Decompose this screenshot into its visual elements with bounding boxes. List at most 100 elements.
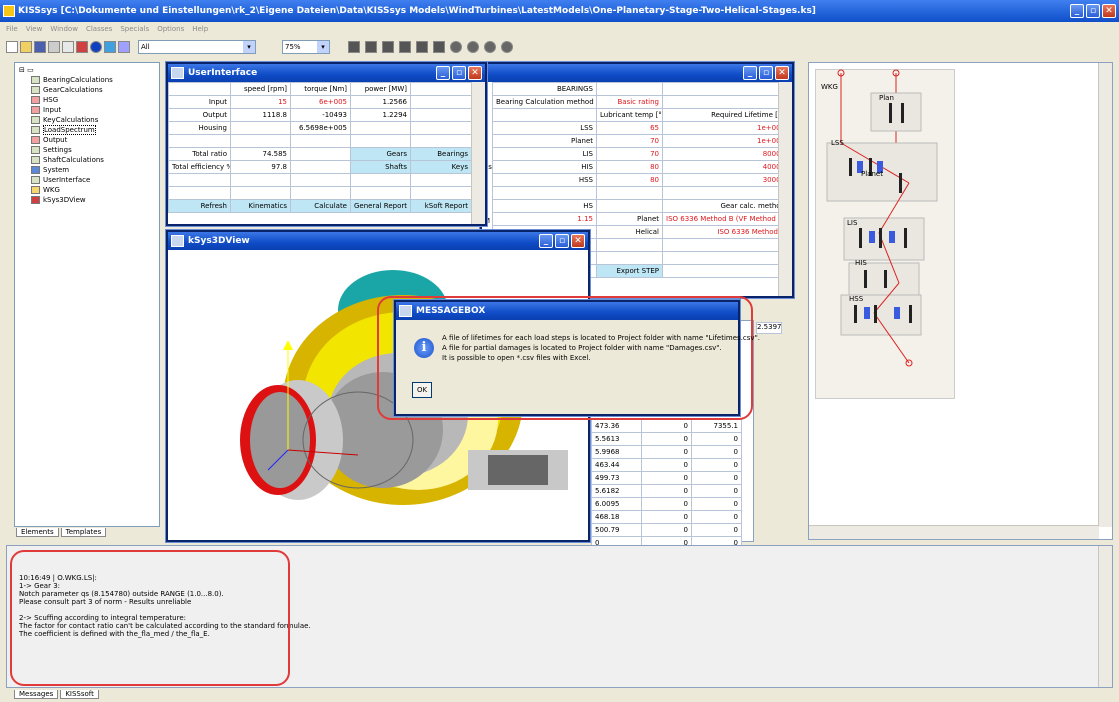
life-lss[interactable]: 1e+005 — [662, 121, 789, 135]
tree-item-wkg[interactable]: WKG — [31, 185, 155, 195]
tree-item-input[interactable]: Input — [31, 105, 155, 115]
planet-method-value[interactable]: ISO 6336 Method B (VF Method C) — [662, 212, 789, 226]
menu-specials[interactable]: Specials — [120, 22, 149, 36]
ui-table-cell[interactable]: 6e+005 — [290, 95, 351, 109]
life-hss[interactable]: 30000 — [662, 173, 789, 187]
new-file-icon[interactable] — [6, 41, 18, 53]
zoom-icon[interactable] — [467, 41, 479, 53]
tree-item-gearcalculations[interactable]: GearCalculations — [31, 85, 155, 95]
temp-lss[interactable]: 65 — [596, 121, 663, 135]
menubar: File View Window Classes Specials Option… — [0, 22, 1119, 36]
info-icon[interactable] — [90, 41, 102, 53]
tree-item-keycalculations[interactable]: KeyCalculations — [31, 115, 155, 125]
menu-classes[interactable]: Classes — [86, 22, 112, 36]
temp-his[interactable]: 80 — [596, 160, 663, 174]
schematic-vscroll[interactable] — [1098, 63, 1112, 527]
rotate-icon[interactable] — [450, 41, 462, 53]
tree-item-shaftcalculations[interactable]: ShaftCalculations — [31, 155, 155, 165]
temp-planet[interactable]: 70 — [596, 134, 663, 148]
ui-table-cell[interactable]: Shafts — [350, 160, 411, 174]
life-planet[interactable]: 1e+005 — [662, 134, 789, 148]
open-folder-icon[interactable] — [20, 41, 32, 53]
fit-icon[interactable] — [501, 41, 513, 53]
pan-icon[interactable] — [484, 41, 496, 53]
zoom-select[interactable]: 75% ▾ — [282, 40, 330, 54]
menu-view[interactable]: View — [26, 22, 43, 36]
tree-item-loadspectrum[interactable]: LoadSpectrum — [31, 125, 155, 135]
filter-select[interactable]: All ▾ — [138, 40, 256, 54]
tree-root[interactable]: ⊟ ▭ — [19, 65, 155, 75]
ok-button[interactable]: OK — [412, 382, 432, 398]
restore-button[interactable]: ▫ — [452, 66, 466, 80]
life-his[interactable]: 40000 — [662, 160, 789, 174]
menu-file[interactable]: File — [6, 22, 18, 36]
ui-table-cell — [290, 147, 351, 161]
shape-icon[interactable] — [118, 41, 130, 53]
ui-table-cell[interactable]: Bearings — [410, 147, 472, 161]
life-table-row: 500.79 0 0 — [591, 523, 742, 537]
menu-window[interactable]: Window — [50, 22, 78, 36]
schematic-hscroll[interactable] — [809, 525, 1099, 539]
hs-label: HS — [492, 199, 597, 213]
life-lis[interactable]: 80000 — [662, 147, 789, 161]
ui-table-cell — [168, 186, 231, 200]
menu-help[interactable]: Help — [192, 22, 208, 36]
view-back-icon[interactable] — [365, 41, 377, 53]
bearings-vscroll[interactable] — [778, 82, 792, 296]
minimize-button[interactable]: _ — [436, 66, 450, 80]
ui-table-cell[interactable]: General Report — [350, 199, 411, 213]
ui-table-cell[interactable]: 15 — [230, 95, 291, 109]
view-top-icon[interactable] — [416, 41, 428, 53]
tree-item-userinterface[interactable]: UserInterface — [31, 175, 155, 185]
view-front-icon[interactable] — [348, 41, 360, 53]
tree-item-output[interactable]: Output — [31, 135, 155, 145]
close-button[interactable]: ✕ — [775, 66, 789, 80]
restore-button[interactable]: ▫ — [1086, 4, 1100, 18]
ui-table-cell[interactable]: Kinematics — [230, 199, 291, 213]
settings-icon[interactable] — [104, 41, 116, 53]
helical-method-value[interactable]: ISO 6336 Method B — [662, 225, 789, 239]
table-icon[interactable] — [76, 41, 88, 53]
minimize-button[interactable]: _ — [539, 234, 553, 248]
tab-messages[interactable]: Messages — [14, 690, 59, 699]
life-table-cell: 0 — [641, 510, 692, 524]
tree-item-system[interactable]: System — [31, 165, 155, 175]
hs-value[interactable]: 1.15 — [492, 212, 597, 226]
window-icon — [399, 305, 412, 317]
tab-kisssoft[interactable]: KISSsoft — [60, 690, 99, 699]
tab-elements[interactable]: Elements — [16, 528, 59, 537]
tab-templates[interactable]: Templates — [60, 528, 107, 537]
ui-table-cell: Total ratio — [168, 147, 231, 161]
tree-item-hsg[interactable]: HSG — [31, 95, 155, 105]
messages-vscroll[interactable] — [1098, 546, 1112, 687]
restore-button[interactable]: ▫ — [759, 66, 773, 80]
save-icon[interactable] — [34, 41, 46, 53]
bearing-method-value[interactable]: Basic rating — [596, 95, 663, 109]
close-button[interactable]: ✕ — [1102, 4, 1116, 18]
tree-item-bearingcalculations[interactable]: BearingCalculations — [31, 75, 155, 85]
tree-item-settings[interactable]: Settings — [31, 145, 155, 155]
temp-hss[interactable]: 80 — [596, 173, 663, 187]
temp-lis[interactable]: 70 — [596, 147, 663, 161]
view-bottom-icon[interactable] — [433, 41, 445, 53]
userinterface-vscroll[interactable] — [471, 82, 485, 224]
close-button[interactable]: ✕ — [571, 234, 585, 248]
ui-table-cell[interactable]: Calculate — [290, 199, 351, 213]
ui-table-cell[interactable]: Keys — [410, 160, 472, 174]
restore-button[interactable]: ▫ — [555, 234, 569, 248]
minimize-button[interactable]: _ — [1070, 4, 1084, 18]
view-right-icon[interactable] — [399, 41, 411, 53]
ui-table-cell[interactable]: Gears — [350, 147, 411, 161]
ui-table-row: Refresh Kinematics Calculate General Report… — [168, 199, 472, 213]
view-left-icon[interactable] — [382, 41, 394, 53]
export-step-button[interactable]: Export STEP — [596, 264, 663, 278]
menu-options[interactable]: Options — [157, 22, 184, 36]
ui-table-cell[interactable]: Refresh — [168, 199, 231, 213]
tree-icon[interactable] — [62, 41, 74, 53]
ui-table-row: Total ratio 74.585 Gears Bearings — [168, 147, 472, 161]
minimize-button[interactable]: _ — [743, 66, 757, 80]
ui-table-cell[interactable]: kSoft Report — [410, 199, 472, 213]
print-icon[interactable] — [48, 41, 60, 53]
tree-item-ksys3dview[interactable]: kSys3DView — [31, 195, 155, 205]
close-button[interactable]: ✕ — [468, 66, 482, 80]
